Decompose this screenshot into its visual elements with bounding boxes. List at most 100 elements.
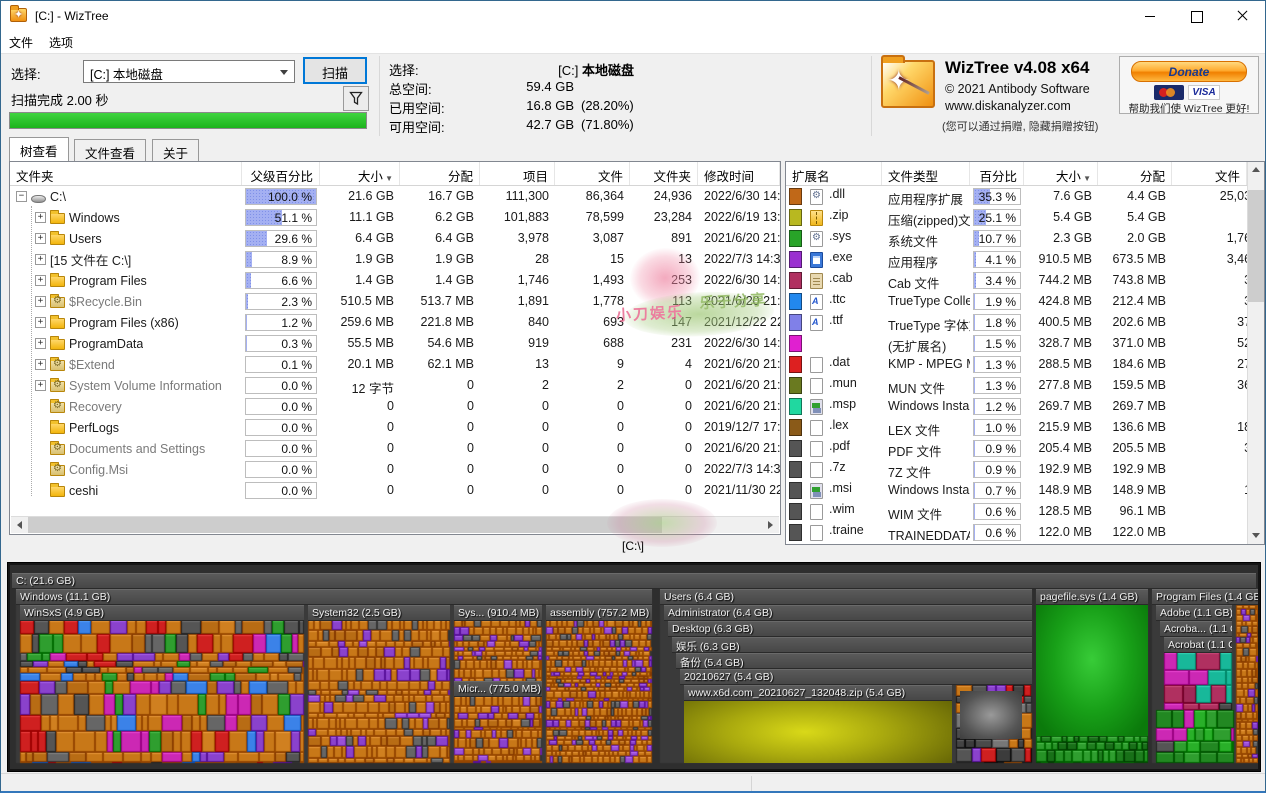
treemap-label-acrobat[interactable]: Acrobat (1.1 GB) <box>1164 637 1232 652</box>
close-button[interactable] <box>1219 1 1265 31</box>
horizontal-scrollbar[interactable] <box>11 516 779 533</box>
treemap-label-beifen[interactable]: 备份 (5.4 GB) <box>676 653 1032 668</box>
expand-toggle[interactable]: + <box>35 275 46 286</box>
treemap-label-micr[interactable]: Micr... (775.0 MB) <box>454 681 542 696</box>
treemap-label-programfiles[interactable]: Program Files (1.4 GB) <box>1152 589 1258 604</box>
ext-row[interactable]: .cabCab 文件3.4 %744.2 MB743.8 MB30 <box>786 270 1264 291</box>
treemap-label-desktop[interactable]: Desktop (6.3 GB) <box>668 621 1032 636</box>
tab-0[interactable]: 树查看 <box>9 137 69 161</box>
tab-1[interactable]: 文件查看 <box>74 139 146 161</box>
ext-row[interactable]: .msiWindows Installe0.7 %148.9 MB148.9 M… <box>786 480 1264 501</box>
tree-row[interactable]: Documents and Settings0.0 %000002021/6/2… <box>10 438 780 459</box>
ext-row[interactable]: .dll应用程序扩展35.3 %7.6 GB4.4 GB25,038 <box>786 186 1264 207</box>
expand-toggle[interactable]: + <box>35 380 46 391</box>
expand-toggle[interactable]: + <box>35 254 46 265</box>
expand-toggle[interactable]: + <box>35 233 46 244</box>
maximize-button[interactable] <box>1173 1 1219 31</box>
treemap-area[interactable]: C: (21.6 GB)Windows (11.1 GB)WinSxS (4.9… <box>10 565 1258 769</box>
tree-row[interactable]: +Users29.6 %6.4 GB6.4 GB3,9783,087891202… <box>10 228 780 249</box>
ext-row[interactable]: .exe应用程序4.1 %910.5 MB673.5 MB3,468 <box>786 249 1264 270</box>
tree-row[interactable]: +Windows51.1 %11.1 GB6.2 GB101,88378,599… <box>10 207 780 228</box>
tree-row[interactable]: +$Recycle.Bin2.3 %510.5 MB513.7 MB1,8911… <box>10 291 780 312</box>
tree-row[interactable]: +System Volume Information0.0 %12 字节0220… <box>10 375 780 396</box>
expand-toggle[interactable]: + <box>35 359 46 370</box>
treemap-label-sysdir[interactable]: Sys... (910.4 MB) <box>454 605 542 620</box>
treemap-block-misc[interactable] <box>960 691 1022 739</box>
title-bar[interactable]: [C:] - WizTree <box>1 1 1265 31</box>
scroll-right-arrow[interactable] <box>762 517 779 533</box>
ext-header-5[interactable]: 文件 <box>1172 162 1247 185</box>
tree-row[interactable]: Recovery0.0 %000002021/6/20 21:1 <box>10 396 780 417</box>
tree-header-0[interactable]: 文件夹 <box>10 162 242 185</box>
treemap-label-pagefile[interactable]: pagefile.sys (1.4 GB) <box>1036 589 1148 604</box>
ext-row[interactable]: .7z7Z 文件0.9 %192.9 MB192.9 MB2 <box>786 459 1264 480</box>
expand-toggle[interactable]: + <box>35 317 46 328</box>
ext-row[interactable]: .wimWIM 文件0.6 %128.5 MB96.1 MB7 <box>786 501 1264 522</box>
brand-website-link[interactable]: www.diskanalyzer.com <box>945 99 1071 113</box>
treemap-label-administrator[interactable]: Administrator (6.4 GB) <box>664 605 1032 620</box>
ext-row[interactable]: .mspWindows Installe1.2 %269.7 MB269.7 M… <box>786 396 1264 417</box>
tree-row[interactable]: +$Extend0.1 %20.1 MB62.1 MB13942021/6/20… <box>10 354 780 375</box>
ext-row[interactable]: .ttcTrueType Collect1.9 %424.8 MB212.4 M… <box>786 291 1264 312</box>
drive-combobox[interactable]: [C:] 本地磁盘 <box>83 60 295 83</box>
menu-item-1[interactable]: 选项 <box>41 31 81 53</box>
expand-toggle[interactable]: − <box>16 191 27 202</box>
ext-row[interactable]: .ttfTrueType 字体文1.8 %400.5 MB202.6 MB374 <box>786 312 1264 333</box>
tree-header-7[interactable]: 修改时间 <box>698 162 780 185</box>
ext-row[interactable]: .zip压缩(zipped)文件25.1 %5.4 GB5.4 GB3 <box>786 207 1264 228</box>
tree-row[interactable]: PerfLogs0.0 %000002019/12/7 17:1 <box>10 417 780 438</box>
tree-header-5[interactable]: 文件 <box>555 162 630 185</box>
tree-header-1[interactable]: 父级百分比 <box>242 162 320 185</box>
scrollbar-thumb[interactable] <box>28 517 662 533</box>
ext-row[interactable]: .lexLEX 文件1.0 %215.9 MB136.6 MB188 <box>786 417 1264 438</box>
tab-2[interactable]: 关于 <box>152 139 199 161</box>
tree-row[interactable]: +ProgramData0.3 %55.5 MB54.6 MB919688231… <box>10 333 780 354</box>
expand-toggle[interactable]: + <box>35 212 46 223</box>
filter-button[interactable] <box>343 86 369 111</box>
ext-row[interactable]: .munMUN 文件1.3 %277.8 MB159.5 MB367 <box>786 375 1264 396</box>
treemap-label-winsxs[interactable]: WinSxS (4.9 GB) <box>20 605 304 620</box>
ext-row[interactable]: .sys系统文件10.7 %2.3 GB2.0 GB1,768 <box>786 228 1264 249</box>
treemap-label-d20210627[interactable]: 20210627 (5.4 GB) <box>680 669 1032 684</box>
treemap-label-root[interactable]: C: (21.6 GB) <box>12 573 1256 588</box>
tree-row[interactable]: −C:\100.0 %21.6 GB16.7 GB111,30086,36424… <box>10 186 780 207</box>
expand-toggle[interactable]: + <box>35 338 46 349</box>
treemap-label-yule[interactable]: 娱乐 (6.3 GB) <box>672 637 1032 652</box>
ext-header-0[interactable]: 扩展名 <box>786 162 882 185</box>
tree-row[interactable]: +Program Files (x86)1.2 %259.6 MB221.8 M… <box>10 312 780 333</box>
scroll-up-arrow[interactable] <box>1248 162 1265 178</box>
ext-header-3[interactable]: 大小 ▼ <box>1024 162 1098 185</box>
tree-row[interactable]: +Program Files6.6 %1.4 GB1.4 GB1,7461,49… <box>10 270 780 291</box>
treemap-label-users[interactable]: Users (6.4 GB) <box>660 589 1032 604</box>
tree-header-4[interactable]: 项目 <box>480 162 555 185</box>
treemap-label-system32[interactable]: System32 (2.5 GB) <box>308 605 450 620</box>
scan-button[interactable]: 扫描 <box>303 57 367 84</box>
treemap[interactable]: C: (21.6 GB)Windows (11.1 GB)WinSxS (4.9… <box>7 562 1261 772</box>
tree-row[interactable]: Config.Msi0.0 %000002022/7/3 14:3 <box>10 459 780 480</box>
ext-header-2[interactable]: 百分比 <box>970 162 1024 185</box>
scrollbar-thumb[interactable] <box>1248 190 1264 302</box>
vertical-scrollbar[interactable] <box>1247 162 1264 544</box>
tree-header-3[interactable]: 分配 <box>400 162 480 185</box>
ext-row[interactable]: (无扩展名)1.5 %328.7 MB371.0 MB524 <box>786 333 1264 354</box>
folder-name: Documents and Settings <box>69 442 205 456</box>
tree-row[interactable]: ceshi0.0 %000002021/11/30 22 <box>10 480 780 501</box>
scroll-left-arrow[interactable] <box>11 517 28 533</box>
treemap-label-zipfile[interactable]: www.x6d.com_20210627_132048.zip (5.4 GB) <box>684 685 952 700</box>
expand-toggle[interactable]: + <box>35 296 46 307</box>
treemap-label-adobe[interactable]: Adobe (1.1 GB) <box>1156 605 1232 620</box>
minimize-button[interactable] <box>1127 1 1173 31</box>
treemap-block-pagefile[interactable] <box>1036 604 1148 736</box>
tree-row[interactable]: +[15 文件在 C:\]8.9 %1.9 GB1.9 GB2815132022… <box>10 249 780 270</box>
treemap-label-acroba[interactable]: Acroba... (1.1 GB) <box>1160 621 1232 636</box>
ext-row[interactable]: .pdfPDF 文件0.9 %205.4 MB205.5 MB36 <box>786 438 1264 459</box>
ext-header-1[interactable]: 文件类型 <box>882 162 970 185</box>
menu-item-0[interactable]: 文件 <box>1 31 41 53</box>
treemap-label-assembly[interactable]: assembly (757.2 MB) <box>546 605 652 620</box>
treemap-label-windows[interactable]: Windows (11.1 GB) <box>16 589 652 604</box>
donate-button[interactable]: Donate <box>1131 61 1247 82</box>
tree-header-2[interactable]: 大小 ▼ <box>320 162 400 185</box>
tree-header-6[interactable]: 文件夹 <box>630 162 698 185</box>
ext-row[interactable]: .datKMP - MPEG Mo1.3 %288.5 MB184.6 MB27… <box>786 354 1264 375</box>
ext-header-4[interactable]: 分配 <box>1098 162 1172 185</box>
